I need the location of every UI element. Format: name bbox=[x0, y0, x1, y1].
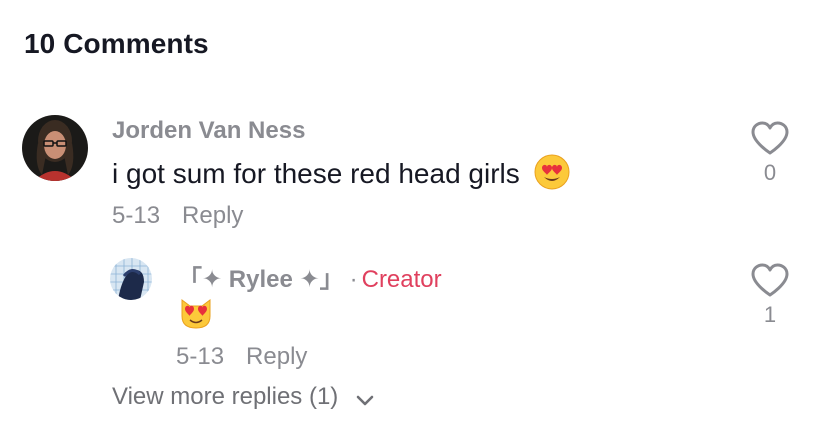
comments-count-header: 10 Comments bbox=[24, 28, 209, 59]
creator-badge: Creator bbox=[361, 266, 442, 293]
heart-outline-icon[interactable] bbox=[750, 262, 790, 298]
view-more-label: View more replies (1) bbox=[112, 383, 339, 410]
reply-to-reply-button[interactable]: Reply bbox=[246, 343, 307, 370]
reply-button[interactable]: Reply bbox=[182, 202, 243, 229]
reply-like-count: 1 bbox=[763, 302, 777, 327]
chevron-down-icon bbox=[356, 395, 374, 406]
like-button[interactable]: 0 bbox=[745, 120, 795, 186]
heart-eyes-emoji-icon bbox=[534, 154, 570, 190]
view-more-replies-button[interactable]: View more replies (1) bbox=[112, 383, 375, 411]
reply-date: 5-13 bbox=[176, 343, 225, 370]
heart-outline-icon[interactable] bbox=[750, 120, 790, 156]
comment-text: i got sum for these red head girls bbox=[112, 154, 570, 190]
reply-avatar[interactable] bbox=[110, 258, 152, 300]
avatar-image bbox=[22, 115, 88, 181]
avatar[interactable] bbox=[22, 115, 88, 181]
comment-date: 5-13 bbox=[112, 202, 161, 229]
reply-meta: 5-13 Reply bbox=[176, 343, 307, 371]
like-count: 0 bbox=[763, 160, 777, 185]
comment-username[interactable]: Jorden Van Ness bbox=[112, 117, 305, 145]
reply-username[interactable]: 「✦ Rylee ✦」 bbox=[178, 266, 332, 293]
reply-like-button[interactable]: 1 bbox=[745, 262, 795, 328]
comment-meta: 5-13 Reply bbox=[112, 202, 243, 230]
avatar-image bbox=[110, 258, 152, 300]
reply-header: 「✦ Rylee ✦」 · Creator bbox=[178, 259, 442, 294]
heart-eyes-cat-emoji-icon bbox=[181, 299, 211, 329]
comment-text-content: i got sum for these red head girls bbox=[112, 158, 520, 189]
separator-dot: · bbox=[349, 266, 358, 293]
